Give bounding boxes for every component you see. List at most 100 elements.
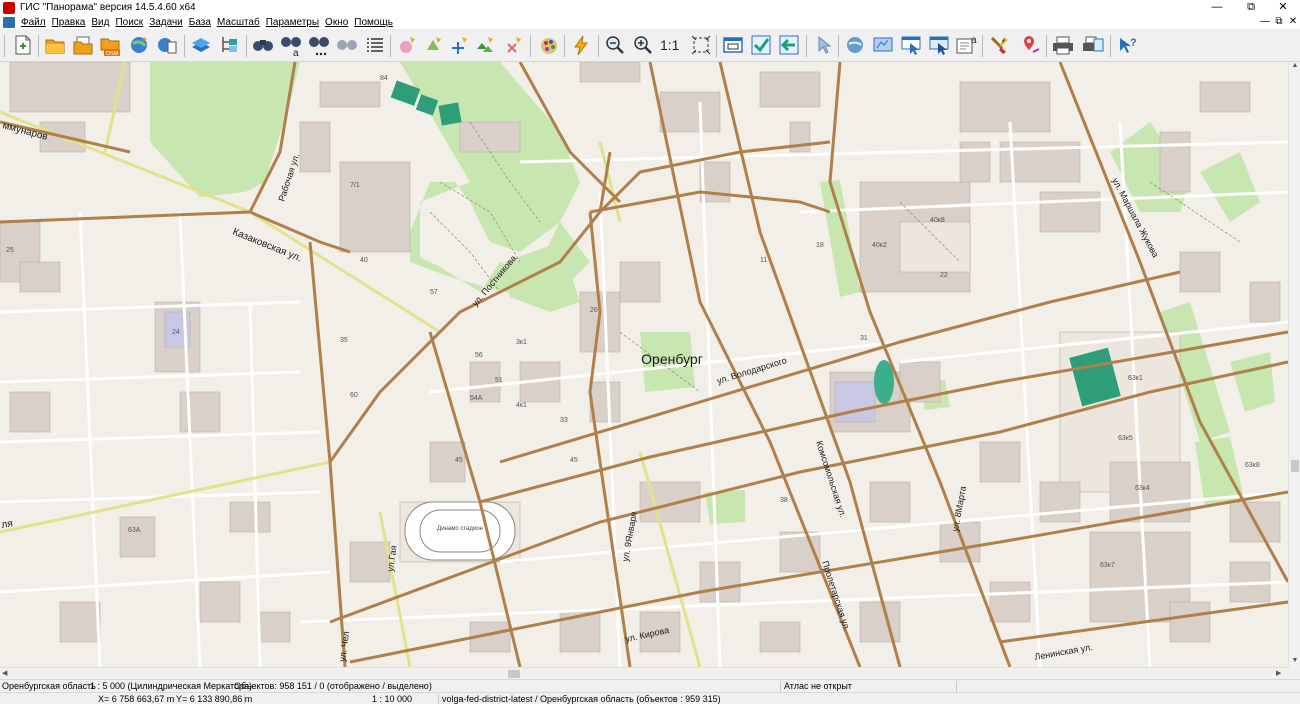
map-canvas: Динамо стадион Оренбург ммунаров Казаков…	[0, 62, 1288, 667]
select-multiple-icon[interactable]	[472, 32, 498, 58]
svg-text:31: 31	[860, 335, 868, 342]
scroll-left-icon[interactable]: ◀	[2, 668, 12, 679]
menu-search[interactable]: Поиск	[115, 17, 143, 28]
add-point-icon[interactable]	[446, 32, 472, 58]
map-view[interactable]: Динамо стадион Оренбург ммунаров Казаков…	[0, 62, 1288, 667]
close-button[interactable]: ✕	[1268, 0, 1298, 15]
menu-help[interactable]: Помощь	[354, 17, 393, 28]
help-pointer-icon[interactable]: ?	[1114, 32, 1140, 58]
new-icon[interactable]	[10, 32, 36, 58]
pointer-window-blue-icon[interactable]	[926, 32, 952, 58]
menu-view[interactable]: Вид	[91, 17, 109, 28]
svg-text:57: 57	[430, 289, 438, 296]
vertical-scroll-thumb[interactable]	[1291, 460, 1299, 472]
svg-text:?: ?	[1130, 37, 1137, 49]
status-dataset: volga-fed-district-latest / Оренбургская…	[442, 694, 721, 704]
menu-file[interactable]: Файл	[21, 17, 46, 28]
scroll-up-icon[interactable]: ▲	[1290, 62, 1300, 72]
svg-text:51: 51	[495, 377, 503, 384]
palette-icon[interactable]	[536, 32, 562, 58]
svg-text:25: 25	[6, 247, 14, 254]
delete-object-icon[interactable]	[500, 32, 526, 58]
text-frame-icon[interactable]: a	[954, 32, 980, 58]
search-text-icon[interactable]: a	[278, 32, 304, 58]
street-label-leninskaya: Ленинская ул.	[1034, 642, 1094, 662]
brush-icon[interactable]	[986, 32, 1012, 58]
document-icon	[3, 16, 15, 28]
legend-tree-icon[interactable]	[216, 32, 242, 58]
street-label-komsomolskaya: Комсомольская ул.	[814, 440, 848, 519]
status-scale: 1 : 10 000	[372, 694, 413, 704]
globe-refresh-icon[interactable]	[126, 32, 152, 58]
maximize-button[interactable]: ⧉	[1236, 0, 1266, 15]
city-label: Оренбург	[641, 351, 703, 367]
status-bar-top: Оренбургская область 1 : 5 000 (Цилиндри…	[0, 679, 1300, 692]
minimize-button[interactable]: —	[1202, 0, 1232, 15]
menu-base[interactable]: База	[189, 17, 211, 28]
pointer-icon[interactable]	[810, 32, 836, 58]
status-atlas: Атлас не открыт	[784, 681, 852, 691]
select-object-icon[interactable]	[420, 32, 446, 58]
search-binoculars-grey-icon[interactable]	[334, 32, 360, 58]
zoom-in-icon[interactable]	[630, 32, 656, 58]
app-icon	[3, 1, 15, 14]
zoom-one-to-one-button[interactable]: 1:1	[660, 37, 679, 53]
status-x-coord: X= 6 758 663,67 m	[98, 694, 175, 704]
child-minimize-button[interactable]: —	[1258, 15, 1272, 29]
svg-text:60: 60	[350, 392, 358, 399]
child-restore-button[interactable]: ⧉	[1272, 15, 1286, 29]
svg-text:45: 45	[570, 457, 578, 464]
vertical-scrollbar[interactable]: ▲ ▼	[1288, 62, 1300, 667]
svg-text:26: 26	[590, 307, 598, 314]
menu-scale[interactable]: Масштаб	[217, 17, 260, 28]
check-icon[interactable]	[748, 32, 774, 58]
open-folder-icon[interactable]	[42, 32, 68, 58]
svg-text:22: 22	[940, 272, 948, 279]
menu-edit[interactable]: Правка	[52, 17, 86, 28]
svg-text:63А: 63А	[128, 527, 141, 534]
globe-docs-icon[interactable]	[154, 32, 180, 58]
status-objects: Объектов: 958 151 / 0 (отображено / выде…	[234, 681, 432, 691]
list-icon[interactable]	[362, 32, 388, 58]
stadium: Динамо стадион	[404, 501, 516, 561]
svg-text:40: 40	[360, 257, 368, 264]
scroll-down-icon[interactable]: ▼	[1290, 657, 1300, 667]
globe-arrows-icon[interactable]	[842, 32, 868, 58]
print-icon[interactable]	[1050, 32, 1076, 58]
stadium-label: Динамо стадион	[437, 526, 483, 532]
zoom-out-icon[interactable]	[602, 32, 628, 58]
osm-badge: OSM	[106, 51, 119, 57]
svg-text:35: 35	[340, 337, 348, 344]
svg-text:63к7: 63к7	[1100, 562, 1115, 569]
status-y-coord: Y= 6 133 890,86 m	[176, 694, 253, 704]
status-region: Оренбургская область	[2, 681, 96, 691]
search-binoculars-dots-icon[interactable]	[306, 32, 332, 58]
menu-window[interactable]: Окно	[325, 17, 348, 28]
select-area-icon[interactable]	[394, 32, 420, 58]
pointer-window-icon[interactable]	[898, 32, 924, 58]
horizontal-scrollbar[interactable]: ◀ ▶	[0, 667, 1288, 679]
back-arrow-icon[interactable]	[776, 32, 802, 58]
window-title: ГИС "Панорама" версия 14.5.4.60 x64	[20, 2, 196, 13]
svg-text:54А: 54А	[470, 395, 483, 402]
layers-icon[interactable]	[188, 32, 214, 58]
menu-parameters[interactable]: Параметры	[266, 17, 319, 28]
svg-text:63к5: 63к5	[1118, 435, 1133, 442]
map-arrow-icon[interactable]	[870, 32, 896, 58]
svg-text:45: 45	[455, 457, 463, 464]
scroll-right-icon[interactable]: ▶	[1276, 668, 1286, 679]
horizontal-scroll-thumb[interactable]	[508, 670, 520, 678]
fit-window-icon[interactable]	[688, 32, 714, 58]
menu-tasks[interactable]: Задачи	[149, 17, 183, 28]
search-binoculars-icon[interactable]	[250, 32, 276, 58]
open-folders-icon[interactable]	[70, 32, 96, 58]
window-frame-icon[interactable]	[720, 32, 746, 58]
svg-text:63к4: 63к4	[1135, 485, 1150, 492]
child-close-button[interactable]: ✕	[1286, 15, 1300, 29]
print-preview-icon[interactable]	[1080, 32, 1106, 58]
lightning-icon[interactable]	[568, 32, 594, 58]
street-label-yanvarya: ул. 9Января	[620, 511, 639, 563]
open-osm-icon[interactable]: OSM	[98, 32, 124, 58]
toolbar: OSM a 1:1 a ?	[0, 29, 1300, 62]
pin-route-icon[interactable]	[1018, 32, 1044, 58]
